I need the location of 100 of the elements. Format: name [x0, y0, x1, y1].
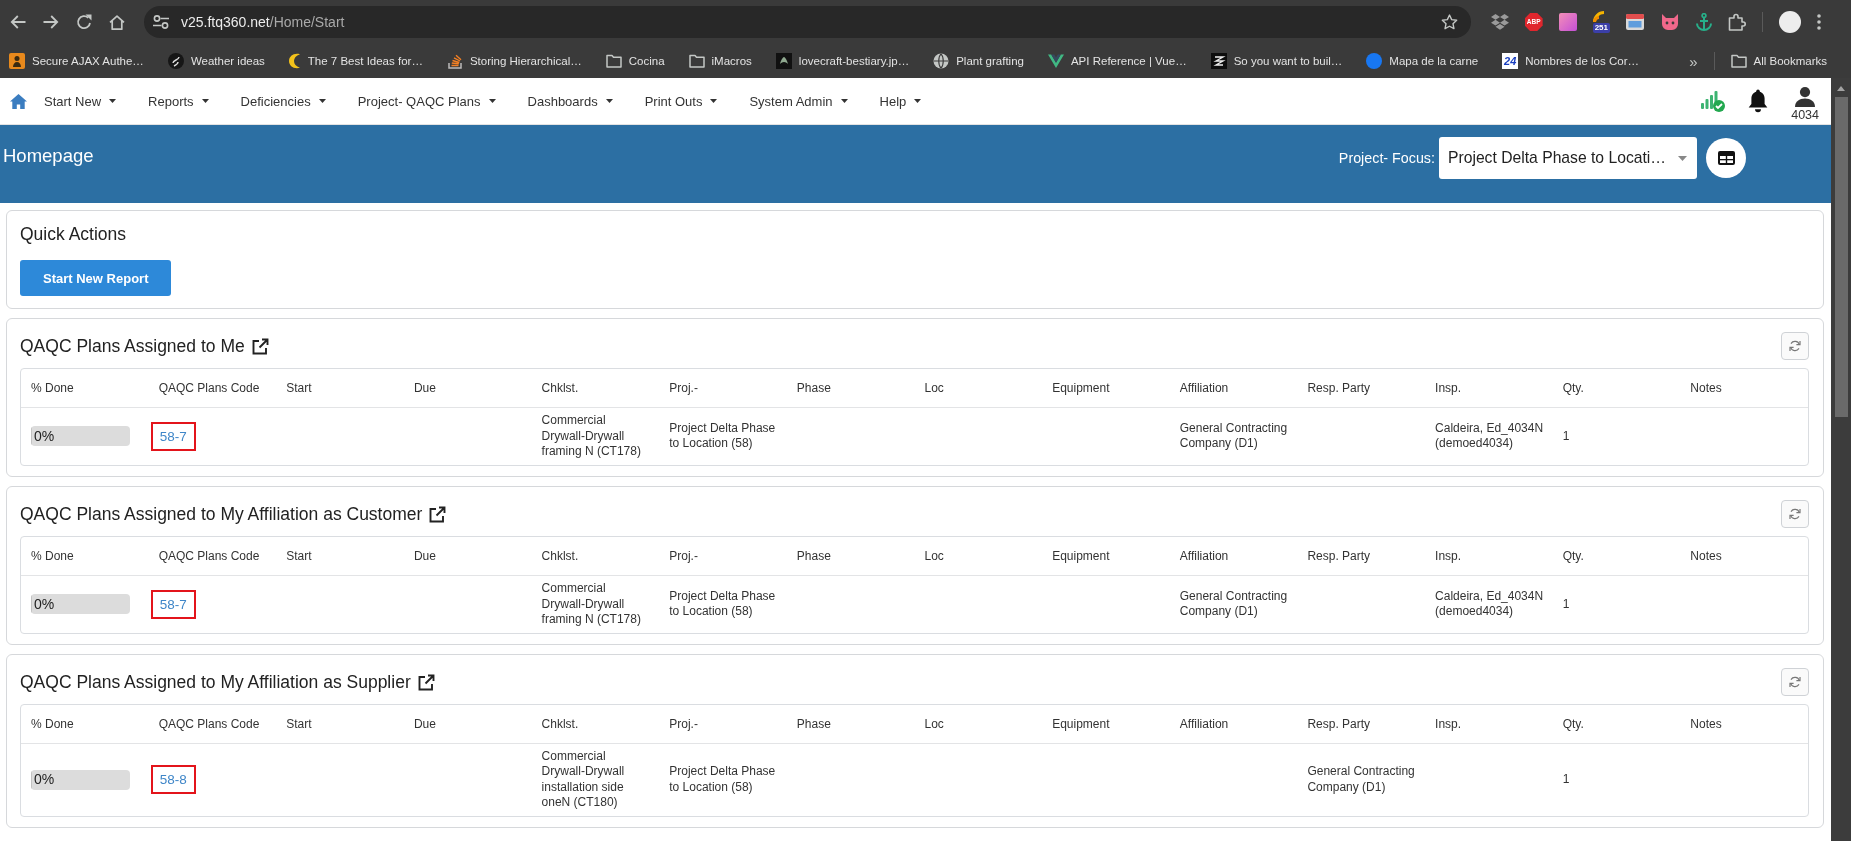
column-header: Equipment: [1042, 537, 1170, 575]
puzzle-piece-icon[interactable]: [1728, 13, 1746, 31]
table-cell: 1: [1552, 575, 1681, 633]
diamond-pattern-icon[interactable]: [1490, 14, 1509, 30]
badge-count: 251: [1592, 23, 1610, 33]
bell-icon[interactable]: [1747, 88, 1770, 114]
address-bar[interactable]: v25.ftq360.net/Home/Start: [144, 6, 1471, 38]
nav-menu-item[interactable]: Deficiencies: [240, 91, 326, 111]
caret-icon: [605, 99, 613, 103]
bookmark-link[interactable]: Mapa de la carne: [1360, 50, 1485, 72]
field-label: Project- Focus:: [1338, 150, 1435, 166]
nav-menu-item[interactable]: Reports: [148, 91, 209, 111]
column-header: Qty.: [1552, 369, 1681, 407]
chevron-icon: [1047, 54, 1064, 68]
nav-menu-item[interactable]: Project- QAQC Plans: [357, 91, 496, 111]
bookmark-folder[interactable]: All Bookmarks: [1724, 51, 1833, 71]
bookmark-star-icon[interactable]: [1440, 14, 1458, 30]
circle-icon: [1366, 53, 1383, 69]
caret-icon: [710, 99, 718, 103]
scrollbar-thumb[interactable]: [1834, 97, 1848, 417]
more-options-icon[interactable]: [1817, 14, 1821, 30]
external-link-icon[interactable]: [429, 505, 447, 523]
column-header: Chklst.: [531, 537, 660, 575]
external-link-icon[interactable]: [251, 337, 269, 355]
forward-icon[interactable]: [43, 15, 59, 29]
table-cell: 1: [1552, 407, 1681, 465]
caret-icon: [1678, 155, 1687, 161]
anchor-icon[interactable]: [1696, 13, 1712, 31]
refresh-button[interactable]: [1781, 500, 1809, 528]
external-link-icon[interactable]: [417, 673, 435, 691]
caret-icon: [840, 99, 848, 103]
gradient-square-icon[interactable]: [1558, 13, 1577, 31]
signal-icon[interactable]: [1701, 90, 1726, 112]
column-header: Loc: [914, 369, 1043, 407]
column-header: Affiliation: [1169, 537, 1298, 575]
bookmark-folder[interactable]: Cocina: [599, 51, 671, 71]
table-cell: General Contracting Company (D1): [1297, 743, 1426, 816]
table-cell: Project Delta Phase to Location (58): [659, 575, 787, 633]
table-cell: Commercial Drywall-Drywall framing N (CT178): [531, 407, 660, 465]
plan-code-link[interactable]: 58-7: [150, 421, 196, 451]
home-icon[interactable]: [109, 14, 125, 30]
table-cell: Caldeira, Ed_4034N (demoed4034): [1425, 575, 1553, 633]
nav-menu-item[interactable]: System Admin: [749, 91, 848, 111]
bookmark-link[interactable]: Secure AJAX Authe…: [3, 50, 150, 72]
bookmark-folder[interactable]: iMacros: [682, 51, 758, 71]
column-header: Qty.: [1552, 705, 1681, 743]
nav-menu-item[interactable]: Help: [879, 91, 922, 111]
project-select[interactable]: Project Delta Phase to Locati…: [1439, 137, 1697, 179]
bookmark-link[interactable]: lovecraft-bestiary.jp…: [769, 50, 916, 72]
column-header: QAQC Plans Code: [148, 705, 277, 743]
user-menu-button[interactable]: 4034: [1791, 86, 1819, 122]
refresh-icon: [1789, 508, 1801, 520]
table-cell: Project Delta Phase to Location (58): [659, 743, 787, 816]
home-icon[interactable]: [10, 93, 27, 109]
bookmark-link[interactable]: So you want to buil…: [1204, 50, 1349, 72]
avatar-icon[interactable]: [1779, 11, 1801, 33]
column-header: Due: [403, 369, 532, 407]
table-view-button[interactable]: [1706, 138, 1746, 178]
folder-icon: [1730, 54, 1747, 68]
tile-icon: [775, 53, 792, 69]
figure-tile-icon: [9, 53, 25, 69]
reload-icon[interactable]: [76, 14, 92, 30]
folder-icon: [688, 54, 705, 68]
bookmark-link[interactable]: API Reference | Vue…: [1041, 51, 1193, 71]
plan-code-link[interactable]: 58-7: [150, 589, 196, 619]
column-header: Start: [276, 369, 404, 407]
start-report-button[interactable]: Start New Report: [20, 260, 172, 296]
column-header: Resp. Party: [1297, 537, 1426, 575]
bookmark-link[interactable]: Weather ideas: [161, 50, 271, 72]
table-cell: Commercial Drywall-Drywall framing N (CT178): [531, 575, 660, 633]
column-header: Notes: [1680, 537, 1808, 575]
column-header: Insp.: [1425, 537, 1553, 575]
table-cell: Commercial Drywall-Drywall installation side oneN (CT180): [531, 743, 660, 816]
refresh-button[interactable]: [1781, 332, 1809, 360]
overflow-button[interactable]: »: [1683, 52, 1704, 70]
nav-menu-item[interactable]: Dashboards: [527, 91, 613, 111]
column-header: QAQC Plans Code: [148, 369, 277, 407]
table-cell: 1: [1552, 743, 1681, 816]
nav-menu-item[interactable]: Start New: [44, 91, 117, 111]
refresh-button[interactable]: [1781, 668, 1809, 696]
bookmark-link[interactable]: 24 Nombres de los Cor…: [1496, 50, 1645, 72]
column-header: % Done: [21, 537, 149, 575]
bookmark-link[interactable]: The 7 Best Ideas for…: [282, 50, 429, 72]
bookmark-link[interactable]: Plant grafting: [927, 50, 1030, 72]
column-header: Resp. Party: [1297, 369, 1426, 407]
tune-icon[interactable]: [153, 15, 169, 29]
window-icon[interactable]: [1626, 14, 1644, 30]
caret-icon: [914, 99, 922, 103]
plan-code-link[interactable]: 58-8: [150, 765, 196, 794]
scroll-up-arrow-icon[interactable]: [1837, 86, 1845, 91]
nav-menu-item[interactable]: Print Outs: [644, 91, 718, 111]
column-header: Affiliation: [1169, 705, 1298, 743]
cat-face-icon[interactable]: [1660, 14, 1680, 30]
column-header: Due: [403, 705, 532, 743]
table-cell: Project Delta Phase to Location (58): [659, 407, 787, 465]
bookmark-link[interactable]: Storing Hierarchical…: [440, 50, 588, 72]
caret-icon: [318, 99, 326, 103]
stacked-bars-icon: [446, 53, 463, 69]
folder-icon: [605, 54, 622, 68]
back-icon[interactable]: [10, 15, 26, 29]
